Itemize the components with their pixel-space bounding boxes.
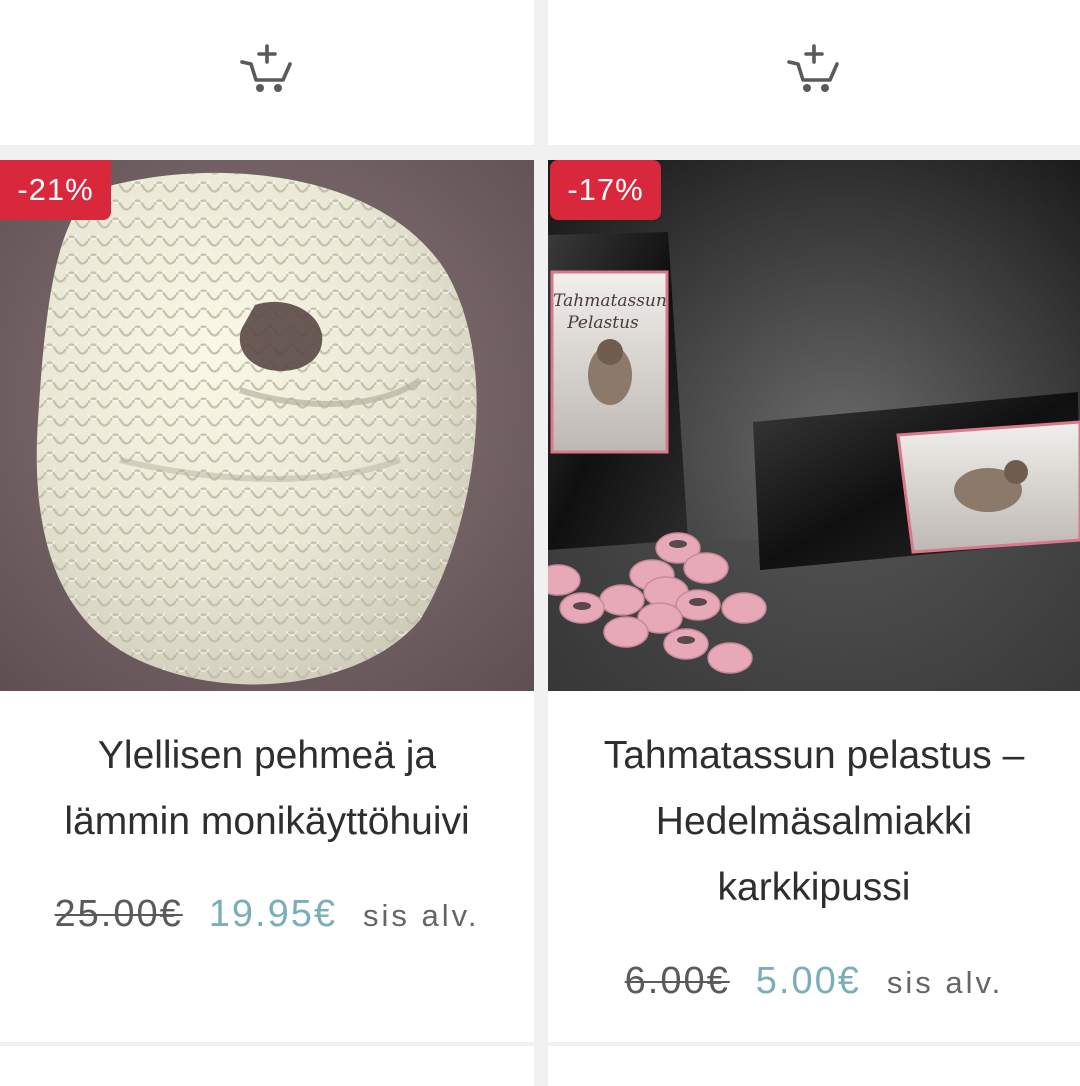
product-title[interactable]: Tahmatassun pelastus – Hedelmäsalmiakki … <box>568 723 1060 921</box>
product-title[interactable]: Ylellisen pehmeä ja lämmin monikäyttöhui… <box>20 723 514 855</box>
product-title-line: karkkipussi <box>717 866 911 909</box>
add-to-cart-icon[interactable] <box>786 42 842 98</box>
discount-badge: -21% <box>0 160 111 220</box>
tax-note: sis alv. <box>886 965 1004 1000</box>
sale-price: 19.95€ <box>208 893 337 935</box>
product-column-left: -21% Ylellisen pehmeä ja lämmin monikäyt… <box>0 0 534 1086</box>
next-product-card[interactable] <box>548 1046 1080 1086</box>
package-label-text: Tahmatassun <box>553 291 667 311</box>
product-card[interactable]: -21% Ylellisen pehmeä ja lämmin monikäyt… <box>0 160 534 1042</box>
price-row: 25.00€ 19.95€ sis alv. <box>0 893 534 936</box>
next-product-card[interactable] <box>0 1046 534 1086</box>
cart-bar <box>548 0 1080 145</box>
add-to-cart-icon[interactable] <box>239 42 295 98</box>
package-label-text: Pelastus <box>566 313 639 333</box>
price-row: 6.00€ 5.00€ sis alv. <box>548 960 1080 1003</box>
discount-badge: -17% <box>550 160 661 220</box>
product-column-right: Tahmatassun Pelastus -17% Tahmatassun pe… <box>548 0 1080 1086</box>
product-image-scarf[interactable] <box>0 160 534 691</box>
original-price: 6.00€ <box>624 960 730 1002</box>
sale-price: 5.00€ <box>755 960 861 1002</box>
original-price: 25.00€ <box>54 893 183 935</box>
product-title-line: lämmin monikäyttöhuivi <box>64 800 470 843</box>
product-title-line: Ylellisen pehmeä ja <box>97 734 437 777</box>
product-image-candy-bags[interactable]: Tahmatassun Pelastus <box>548 160 1080 691</box>
product-title-line: Tahmatassun pelastus – <box>603 734 1025 777</box>
cart-bar <box>0 0 534 145</box>
product-title-line: Hedelmäsalmiakki <box>655 800 973 843</box>
product-card[interactable]: Tahmatassun Pelastus -17% Tahmatassun pe… <box>548 160 1080 1042</box>
tax-note: sis alv. <box>363 898 480 933</box>
